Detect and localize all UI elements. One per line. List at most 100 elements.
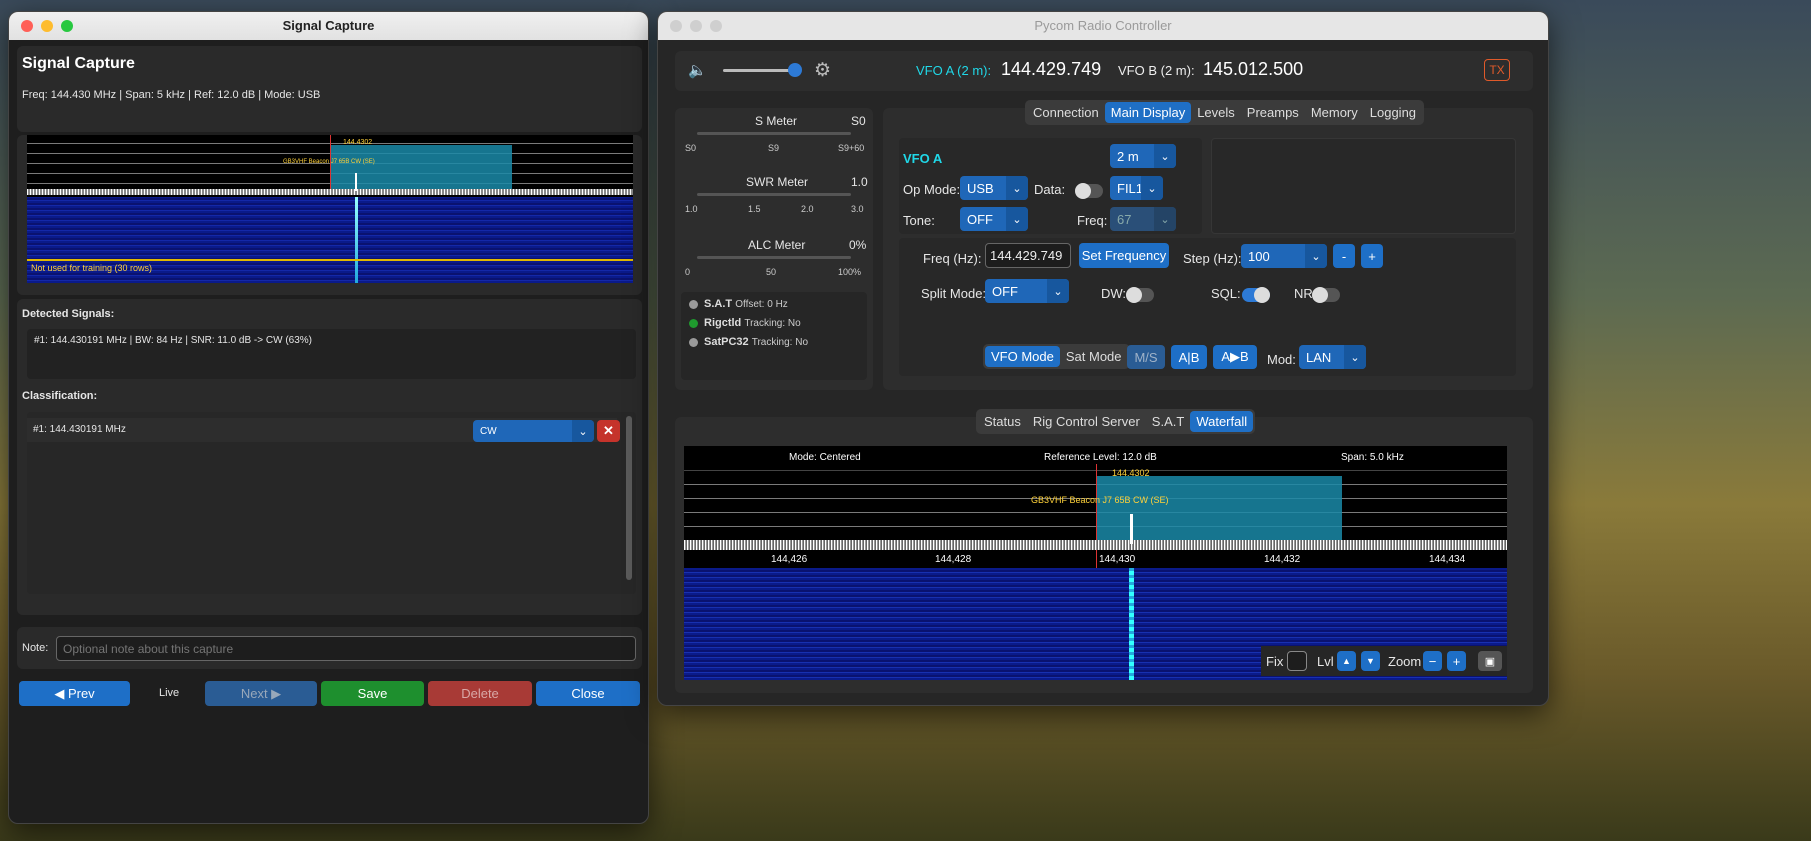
volume-slider[interactable] <box>723 63 803 77</box>
dw-toggle[interactable] <box>1126 287 1154 303</box>
sql-toggle[interactable] <box>1242 287 1270 303</box>
capture-header-panel: Signal Capture Freq: 144.430 MHz | Span:… <box>17 46 642 132</box>
step-select[interactable]: 100 ⌄ <box>1241 244 1327 268</box>
chevron-down-icon: ⌄ <box>1006 176 1028 200</box>
window-title: Signal Capture <box>282 18 375 33</box>
save-button[interactable]: Save <box>321 681 424 706</box>
mod-select[interactable]: LAN ⌄ <box>1299 345 1366 369</box>
nr-toggle[interactable] <box>1312 287 1340 303</box>
waterfall-controls: Fix Lvl ▲ ▼ Zoom − + ▣ <box>1261 646 1507 676</box>
classification-select[interactable]: CW ⌄ <box>473 420 594 442</box>
fix-checkbox[interactable] <box>1287 651 1307 671</box>
data-toggle[interactable] <box>1075 183 1103 199</box>
speaker-icon[interactable]: 🔈 <box>688 61 708 81</box>
waterfall-signal-trace <box>355 197 358 283</box>
swr-tick-2: 2.0 <box>801 204 814 214</box>
main-display-panel: Connection Main Display Levels Preamps M… <box>883 100 1533 390</box>
volume-knob[interactable] <box>788 63 803 77</box>
tx-button[interactable]: TX <box>1484 59 1510 81</box>
next-button[interactable]: Next ▶ <box>205 681 317 706</box>
ms-button[interactable]: M/S <box>1127 345 1165 369</box>
step-plus-button[interactable]: + <box>1361 244 1383 268</box>
tone-freq-label: Freq: <box>1077 213 1108 228</box>
tab-main-display[interactable]: Main Display <box>1104 102 1192 123</box>
signal-capture-window: Signal Capture Signal Capture Freq: 144.… <box>8 11 649 824</box>
chevron-down-icon: ⌄ <box>1141 176 1163 200</box>
swr-meter-title: SWR Meter <box>746 175 809 189</box>
sat-mode-button[interactable]: Sat Mode <box>1060 346 1128 367</box>
wf-reference-level: Reference Level: 12.0 dB <box>1044 452 1157 463</box>
alc-tick-2: 100% <box>838 267 862 277</box>
swr-tick-0: 1.0 <box>685 204 698 214</box>
training-note: Not used for training (30 rows) <box>31 263 153 273</box>
vfo-mode-button[interactable]: VFO Mode <box>985 346 1060 367</box>
level-down-button[interactable]: ▼ <box>1361 651 1380 671</box>
integration-status-box: S.A.T Offset: 0 Hz Rigctld Tracking: No … <box>681 292 867 380</box>
s-meter-title: S Meter <box>755 114 798 128</box>
tab-levels[interactable]: Levels <box>1191 102 1241 123</box>
tab-sat[interactable]: S.A.T <box>1146 411 1191 432</box>
zoom-out-button[interactable]: − <box>1423 651 1442 671</box>
tab-preamps[interactable]: Preamps <box>1241 102 1305 123</box>
camera-icon[interactable]: ▣ <box>1478 651 1502 671</box>
window-title: Pycom Radio Controller <box>1034 18 1172 33</box>
level-up-button[interactable]: ▲ <box>1337 651 1356 671</box>
maximize-window-icon[interactable] <box>61 20 73 32</box>
vfo-title: VFO A <box>903 151 943 166</box>
capture-info: Freq: 144.430 MHz | Span: 5 kHz | Ref: 1… <box>22 89 321 101</box>
minimize-window-icon[interactable] <box>690 20 702 32</box>
tone-label: Tone: <box>903 213 935 228</box>
bottom-panel: Status Rig Control Server S.A.T Waterfal… <box>675 409 1533 693</box>
frequency-input[interactable] <box>985 243 1071 268</box>
marker-label: 144.4302 <box>343 139 373 146</box>
status-dot-icon <box>689 318 698 328</box>
live-label: Live <box>159 687 180 699</box>
note-input[interactable] <box>56 636 636 661</box>
spectrum-trace <box>684 540 1507 550</box>
close-button[interactable]: Close <box>536 681 640 706</box>
mod-label: Mod: <box>1267 352 1296 367</box>
close-window-icon[interactable] <box>21 20 33 32</box>
prev-button[interactable]: ◀ Prev <box>19 681 130 706</box>
tab-logging[interactable]: Logging <box>1364 102 1422 123</box>
tab-rig-control-server[interactable]: Rig Control Server <box>1027 411 1146 432</box>
chevron-down-icon: ⌄ <box>1154 207 1176 231</box>
zoom-in-button[interactable]: + <box>1447 651 1466 671</box>
minimize-window-icon[interactable] <box>41 20 53 32</box>
split-mode-select[interactable]: OFF ⌄ <box>985 279 1069 303</box>
top-tabs: Connection Main Display Levels Preamps M… <box>1025 100 1425 125</box>
set-frequency-button[interactable]: Set Frequency <box>1079 243 1169 268</box>
tab-connection[interactable]: Connection <box>1027 102 1105 123</box>
op-mode-select[interactable]: USB ⌄ <box>960 176 1028 200</box>
a-to-b-button[interactable]: A▶B <box>1213 345 1257 369</box>
delete-button[interactable]: Delete <box>428 681 532 706</box>
remove-classification-button[interactable]: ✕ <box>597 420 620 442</box>
signal-capture-titlebar: Signal Capture <box>9 12 648 40</box>
dw-label: DW: <box>1101 286 1127 301</box>
tone-freq-select[interactable]: 67 ⌄ <box>1110 207 1176 231</box>
freq-tick-3: 144,432 <box>1264 554 1301 565</box>
band-select[interactable]: 2 m ⌄ <box>1110 144 1176 168</box>
gear-icon[interactable]: ⚙ <box>814 59 831 82</box>
close-window-icon[interactable] <box>670 20 682 32</box>
chevron-down-icon: ⌄ <box>1047 279 1069 303</box>
a-b-swap-button[interactable]: A|B <box>1171 345 1207 369</box>
tab-status[interactable]: Status <box>978 411 1027 432</box>
swr-tick-3: 3.0 <box>851 204 864 214</box>
step-minus-button[interactable]: - <box>1333 244 1355 268</box>
zoom-label: Zoom <box>1388 654 1422 669</box>
s-tick-1: S9 <box>768 143 780 153</box>
s-meter-value: S0 <box>851 114 866 128</box>
list-scrollbar[interactable] <box>626 416 632 580</box>
marker-label: 144.4302 <box>1112 468 1150 478</box>
swr-meter-bar <box>697 193 851 196</box>
chevron-down-icon: ⌄ <box>572 420 594 442</box>
filter-select[interactable]: FIL1 ⌄ <box>1110 176 1163 200</box>
signal-peak <box>355 173 357 191</box>
vfo-header: 🔈 ⚙ VFO A (2 m): 144.429.749 VFO B (2 m)… <box>675 51 1533 91</box>
vfo-a-frequency: 144.429.749 <box>1001 59 1102 79</box>
maximize-window-icon[interactable] <box>710 20 722 32</box>
tab-waterfall[interactable]: Waterfall <box>1190 411 1254 432</box>
tone-select[interactable]: OFF ⌄ <box>960 207 1028 231</box>
tab-memory[interactable]: Memory <box>1305 102 1364 123</box>
